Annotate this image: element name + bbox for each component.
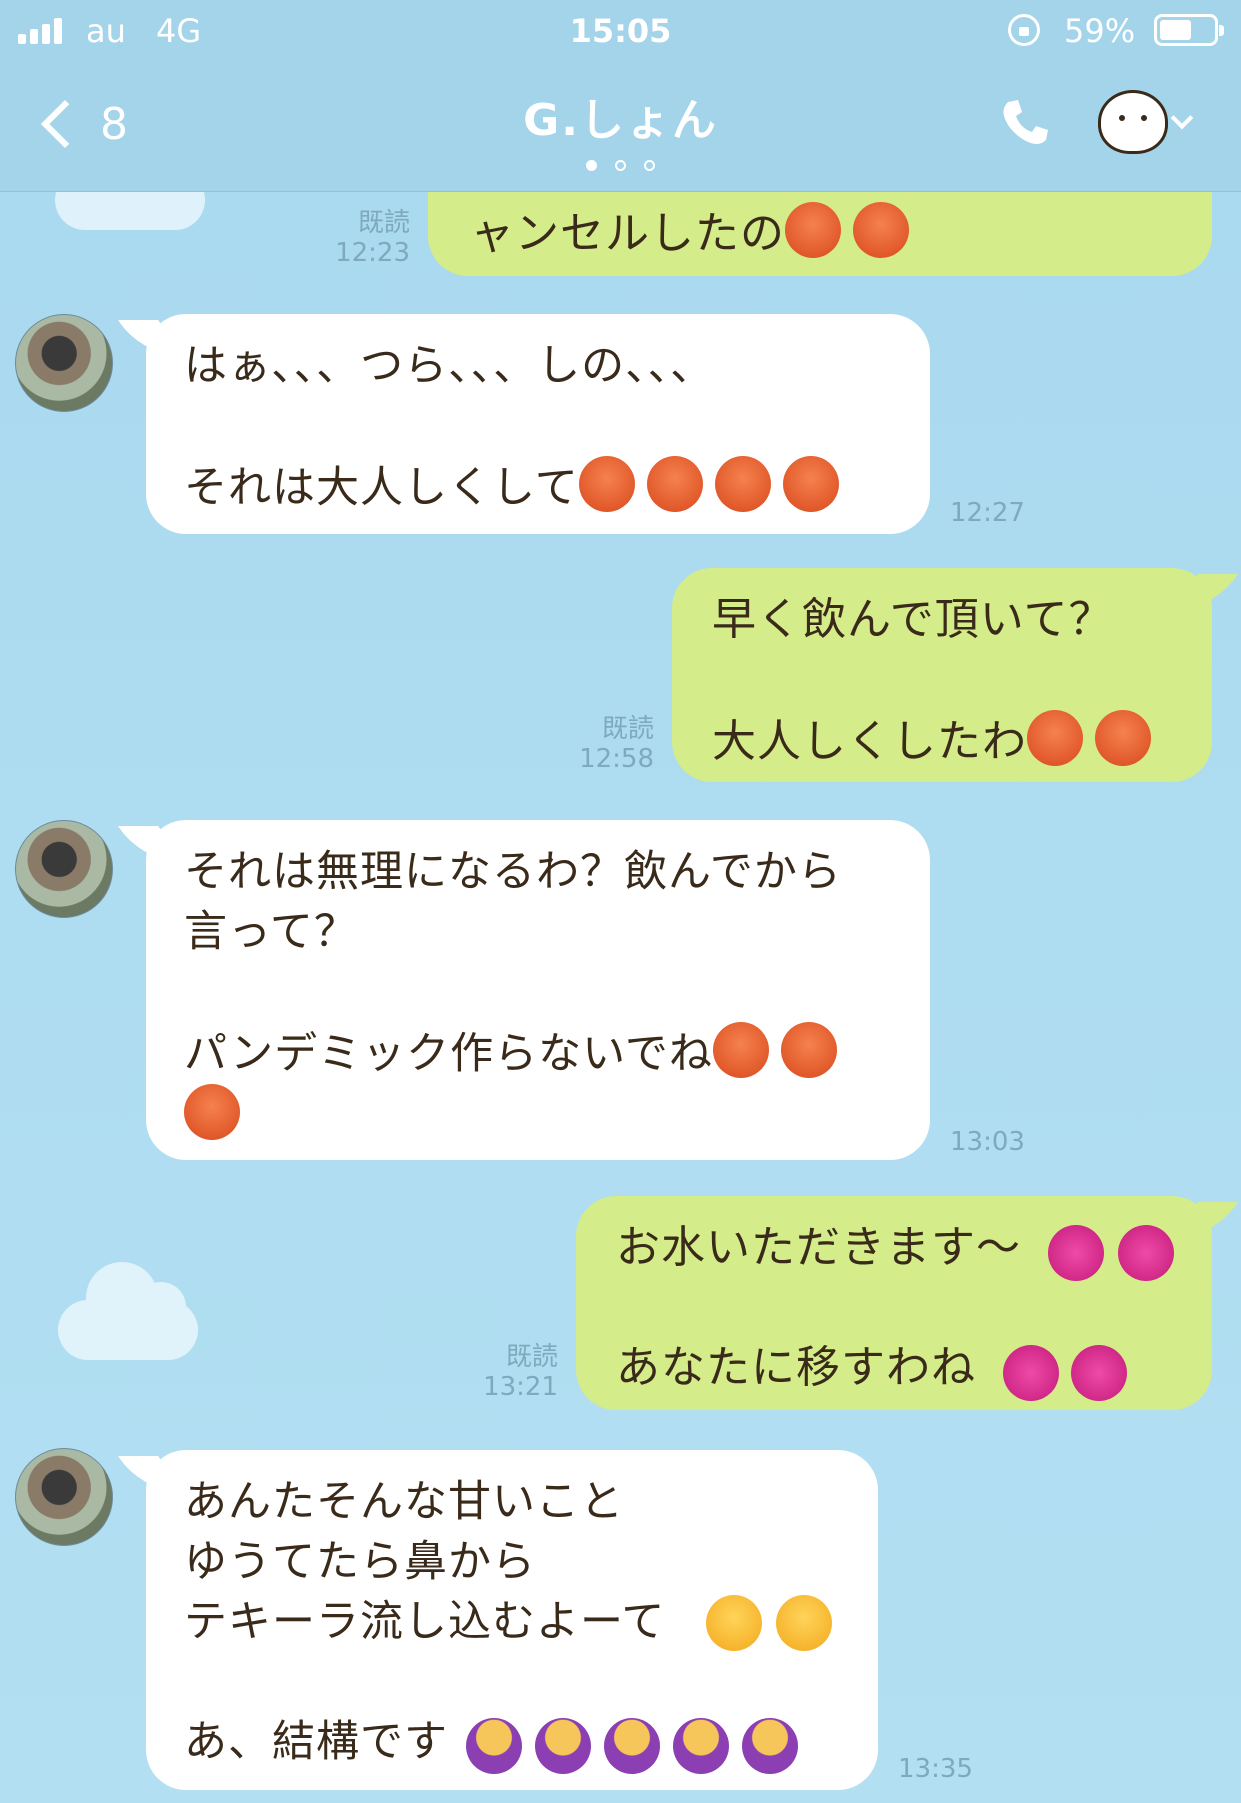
avatar[interactable] — [15, 820, 113, 918]
pouting-face-icon — [712, 1022, 769, 1078]
message-time: 12:23 — [335, 238, 410, 268]
sticker-menu-icon[interactable] — [1098, 90, 1168, 154]
page-indicator — [0, 160, 1241, 171]
message-time: 13:21 — [483, 1372, 558, 1402]
chat-title: G.しょん — [523, 95, 718, 146]
message-text: それは無理になるわ？飲んでから 言って？ パンデミック作らないでね — [184, 842, 892, 1146]
message-bubble-outgoing[interactable]: 早く飲んで頂いて？ 大人しくしたわ — [672, 568, 1238, 782]
phone-icon[interactable] — [998, 96, 1052, 150]
tipping-hand-icon — [466, 1718, 522, 1774]
pouting-face-icon — [780, 1022, 837, 1078]
pouting-face-icon — [1027, 710, 1083, 766]
pouting-face-icon — [782, 456, 839, 512]
message-bubble-incoming[interactable]: はぁ、、、つら、、、しの、、、 それは大人しくして — [118, 314, 930, 534]
chat-header: au 4G 15:05 59% 8 G.しょん — [0, 0, 1241, 192]
page-dot — [586, 160, 597, 171]
kissing-heart-icon — [776, 1595, 832, 1651]
tipping-hand-icon — [742, 1718, 798, 1774]
tipping-hand-icon — [604, 1718, 660, 1774]
two-hearts-icon — [1003, 1345, 1059, 1401]
pouting-face-icon — [578, 456, 635, 512]
message-time: 13:35 — [898, 1754, 973, 1784]
two-hearts-icon — [1071, 1345, 1127, 1401]
message-time: 12:58 — [579, 744, 654, 774]
read-receipt: 既読 — [505, 1342, 558, 1372]
message-text: ャンセルしたの — [470, 208, 785, 259]
message-text: はぁ、、、つら、、、しの、、、 それは大人しくして — [184, 336, 892, 518]
avatar[interactable] — [15, 1448, 113, 1546]
pouting-face-icon — [785, 202, 841, 258]
message-meta: 既読 12:23 — [300, 208, 410, 268]
page-dot — [644, 160, 655, 171]
read-receipt: 既読 — [357, 208, 410, 238]
status-time: 15:05 — [569, 12, 672, 50]
message-time: 13:03 — [950, 1127, 1025, 1157]
message-text: 早く飲んで頂いて？ 大人しくしたわ — [712, 590, 1174, 772]
pouting-face-icon — [184, 1084, 240, 1140]
two-hearts-icon — [1048, 1225, 1104, 1281]
read-receipt: 既読 — [601, 714, 654, 744]
pouting-face-icon — [1095, 710, 1151, 766]
message-bubble-incoming[interactable]: それは無理になるわ？飲んでから 言って？ パンデミック作らないでね — [118, 820, 930, 1160]
status-bar: au 4G 15:05 59% — [0, 0, 1241, 64]
avatar[interactable] — [15, 314, 113, 412]
kissing-heart-icon — [706, 1595, 762, 1651]
pouting-face-icon — [853, 202, 909, 258]
page-dot — [615, 160, 626, 171]
cloud-decoration — [58, 1262, 198, 1360]
battery-percent: 59% — [1064, 12, 1136, 50]
pouting-face-icon — [646, 456, 703, 512]
message-meta: 既読 12:58 — [560, 714, 654, 774]
pouting-face-icon — [714, 456, 771, 512]
battery-icon — [1154, 14, 1224, 46]
two-hearts-icon — [1118, 1225, 1174, 1281]
tipping-hand-icon — [673, 1718, 729, 1774]
message-meta: 既読 13:21 — [470, 1342, 558, 1402]
tipping-hand-icon — [535, 1718, 591, 1774]
message-time: 12:27 — [950, 498, 1025, 528]
rotation-lock-icon — [1008, 14, 1040, 46]
